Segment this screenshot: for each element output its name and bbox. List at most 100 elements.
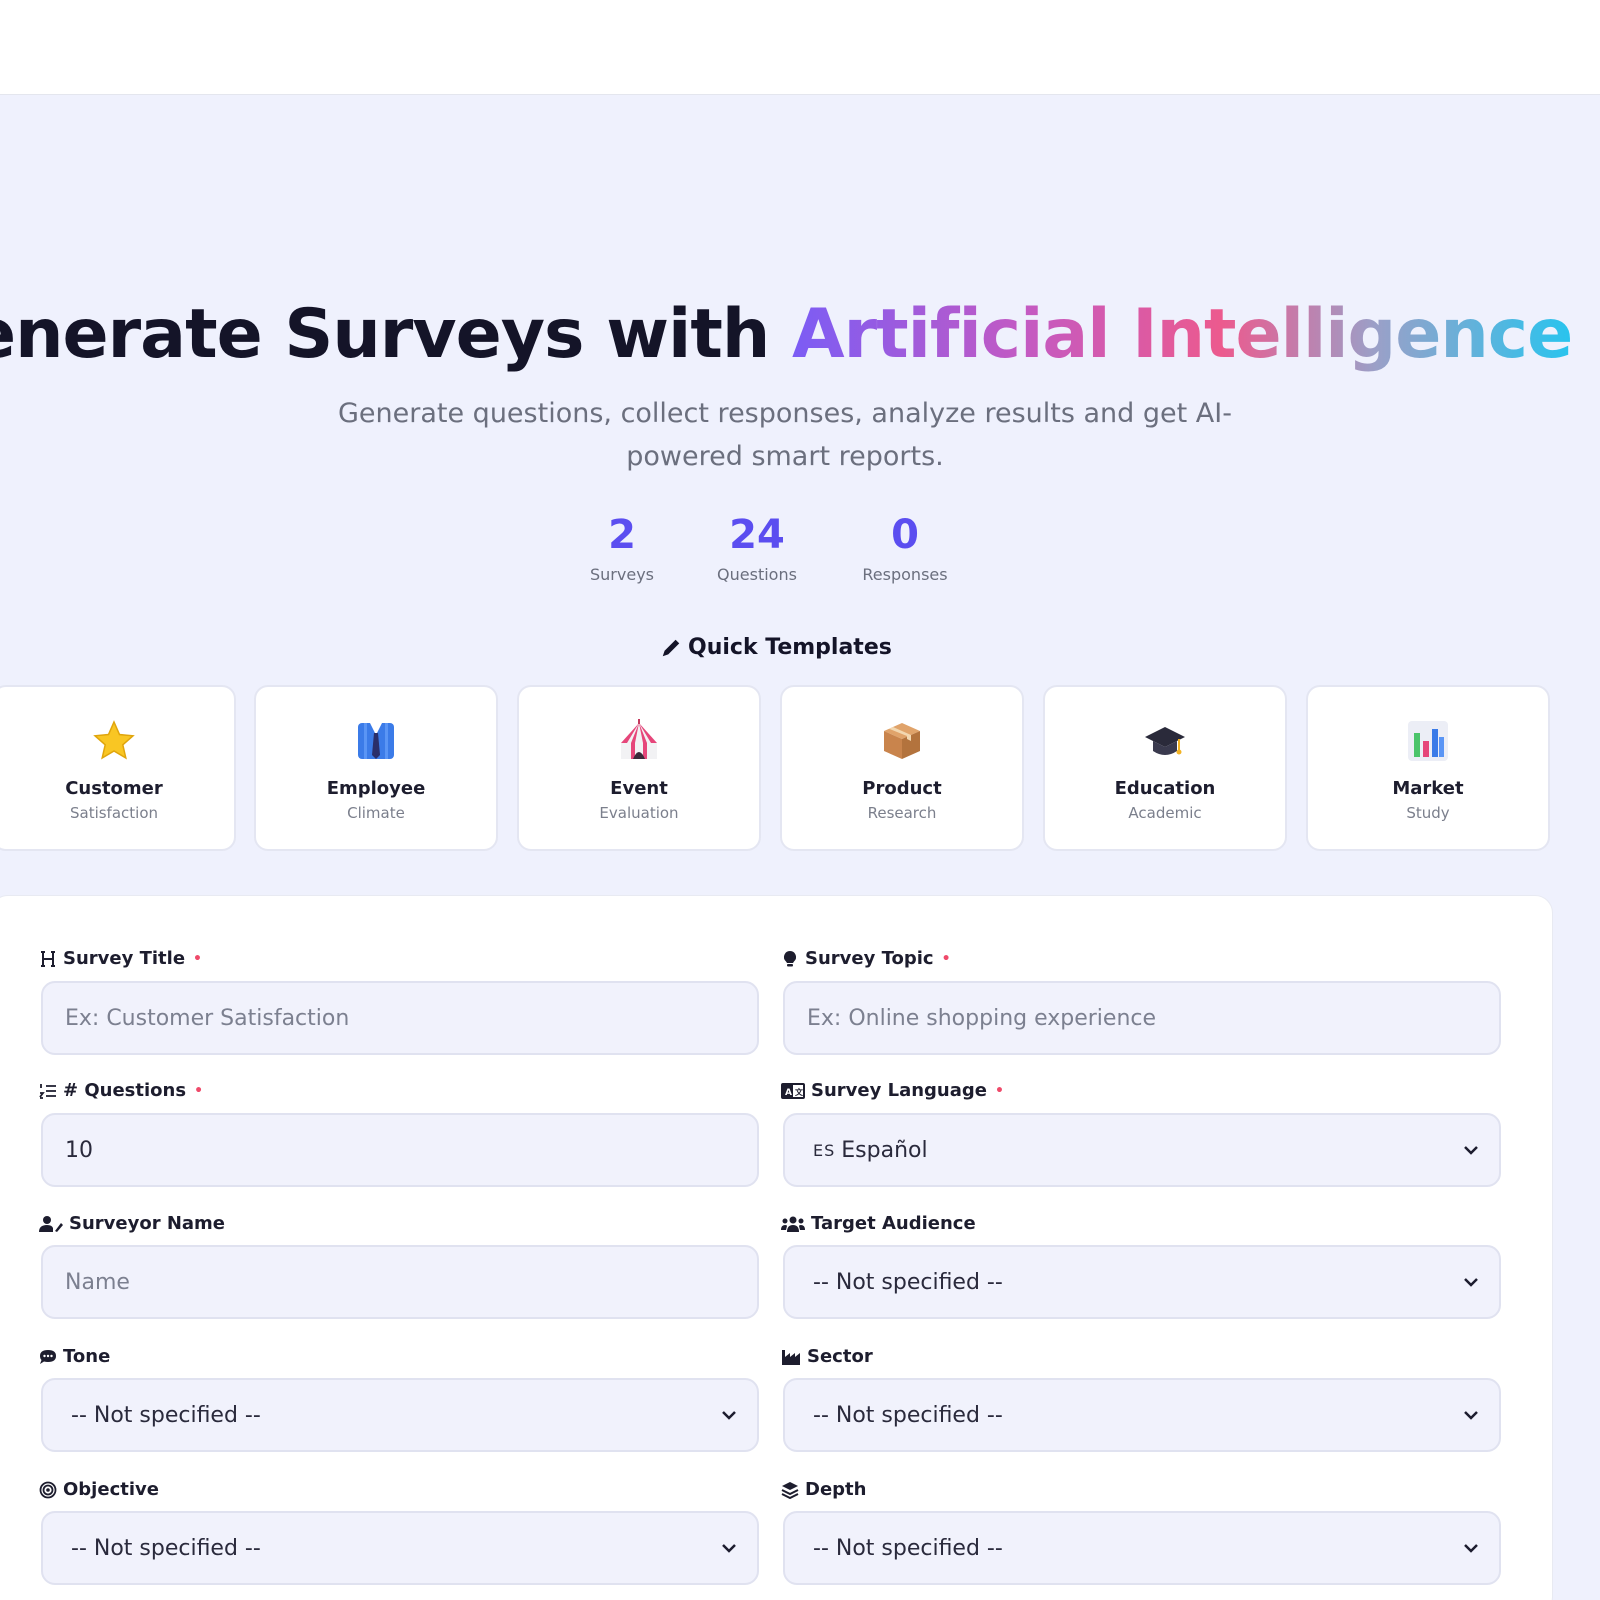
depth-value: -- Not specified -- (813, 1535, 1003, 1561)
survey-language-select[interactable]: ES Español (783, 1113, 1501, 1187)
survey-language-value: Español (841, 1137, 928, 1163)
survey-topic-input[interactable] (783, 981, 1501, 1055)
survey-title-label: Survey Title • (39, 946, 202, 972)
svg-text:文: 文 (795, 1087, 804, 1097)
lightbulb-icon (783, 950, 797, 967)
chevron-down-icon (1464, 1278, 1478, 1287)
language-flag-tag: ES (813, 1140, 836, 1160)
template-name: Customer (65, 778, 163, 799)
survey-title-label-text: Survey Title (63, 948, 186, 969)
chevron-down-icon (1464, 1146, 1478, 1155)
sector-label: Sector (781, 1344, 873, 1370)
required-marker: • (994, 1083, 1004, 1099)
tone-value: -- Not specified -- (71, 1402, 261, 1428)
package-icon (884, 723, 920, 759)
comment-icon (40, 1350, 56, 1364)
required-marker: • (194, 1083, 204, 1099)
tone-label: Tone (39, 1344, 110, 1370)
surveyor-name-input[interactable] (41, 1245, 759, 1319)
target-audience-select[interactable]: -- Not specified -- (783, 1245, 1501, 1319)
chevron-down-icon (722, 1544, 736, 1553)
survey-topic-label: Survey Topic • (781, 946, 951, 972)
surveyor-name-label-text: Surveyor Name (69, 1213, 226, 1234)
template-sub: Study (1406, 804, 1450, 822)
objective-select[interactable]: -- Not specified -- (41, 1511, 759, 1585)
svg-text:A: A (785, 1088, 792, 1098)
hero-title-highlight: Artificial Intelligence (791, 295, 1573, 374)
stat-responses-label: Responses (862, 565, 948, 584)
sector-value: -- Not specified -- (813, 1402, 1003, 1428)
list-ol-icon (39, 1084, 56, 1099)
users-icon (781, 1216, 805, 1232)
chevron-down-icon (1464, 1544, 1478, 1553)
pencil-icon (662, 639, 680, 657)
stat-responses: 0 Responses (835, 510, 975, 590)
quick-templates-heading: Quick Templates (660, 633, 920, 663)
template-sub: Research (867, 804, 937, 822)
target-audience-label: Target Audience (781, 1211, 976, 1237)
hero-title: enerate Surveys with Artificial Intellig… (0, 290, 1573, 380)
tone-select[interactable]: -- Not specified -- (41, 1378, 759, 1452)
target-audience-value: -- Not specified -- (813, 1269, 1003, 1295)
template-education[interactable]: Education Academic (1043, 685, 1287, 851)
hero-title-plain: enerate Surveys with (0, 295, 792, 374)
template-name: Employee (326, 778, 426, 799)
survey-language-label-text: Survey Language (811, 1080, 987, 1101)
heading-icon (41, 951, 55, 967)
template-name: Education (1114, 778, 1216, 799)
template-sub: Satisfaction (69, 804, 159, 822)
top-navbar (0, 0, 1600, 95)
chevron-down-icon (1464, 1411, 1478, 1420)
depth-label-text: Depth (805, 1479, 867, 1500)
sector-label-text: Sector (807, 1346, 873, 1367)
template-product[interactable]: Product Research (780, 685, 1024, 851)
bar-chart-icon (1408, 721, 1448, 761)
templates-row: Customer Satisfaction Employee Climate E… (0, 685, 1600, 855)
template-sub: Evaluation (599, 804, 679, 822)
chevron-down-icon (722, 1411, 736, 1420)
num-questions-input[interactable] (41, 1113, 759, 1187)
objective-label-text: Objective (63, 1479, 159, 1500)
num-questions-label-text: # Questions (63, 1080, 187, 1101)
language-icon: A文 (781, 1083, 805, 1099)
required-marker: • (193, 951, 202, 967)
sector-select[interactable]: -- Not specified -- (783, 1378, 1501, 1452)
template-name: Event (610, 778, 668, 799)
stat-questions-label: Questions (717, 565, 797, 584)
surveyor-name-label: Surveyor Name (39, 1211, 225, 1237)
star-icon (93, 720, 135, 760)
industry-icon (782, 1350, 800, 1365)
target-audience-label-text: Target Audience (811, 1213, 976, 1234)
objective-value: -- Not specified -- (71, 1535, 261, 1561)
stat-responses-value: 0 (891, 512, 919, 558)
template-market[interactable]: Market Study (1306, 685, 1550, 851)
template-customer[interactable]: Customer Satisfaction (0, 685, 236, 851)
template-sub: Academic (1128, 804, 1202, 822)
suit-icon (358, 723, 394, 759)
stats-row: 2 Surveys 24 Questions 0 Responses (580, 510, 980, 600)
depth-select[interactable]: -- Not specified -- (783, 1511, 1501, 1585)
tone-label-text: Tone (63, 1346, 111, 1367)
template-sub: Climate (347, 804, 405, 822)
depth-label: Depth (781, 1477, 866, 1503)
bullseye-icon (39, 1481, 57, 1499)
required-marker: • (941, 951, 951, 967)
survey-title-input[interactable] (41, 981, 759, 1055)
stat-surveys-label: Surveys (590, 565, 654, 584)
layer-group-icon (781, 1482, 799, 1499)
objective-label: Objective (39, 1477, 159, 1503)
user-pen-icon (39, 1216, 63, 1232)
stat-questions: 24 Questions (687, 510, 827, 590)
template-event[interactable]: Event Evaluation (517, 685, 761, 851)
num-questions-label: # Questions • (39, 1078, 203, 1104)
graduation-cap-icon (1145, 727, 1185, 755)
survey-topic-label-text: Survey Topic (805, 948, 934, 969)
quick-templates-title: Quick Templates (688, 635, 892, 660)
stat-surveys: 2 Surveys (552, 510, 692, 590)
hero-subtitle: Generate questions, collect responses, a… (338, 398, 1232, 472)
circus-tent-icon (621, 719, 657, 759)
stat-questions-value: 24 (729, 512, 785, 558)
template-name: Product (862, 778, 942, 799)
stat-surveys-value: 2 (608, 512, 636, 558)
template-employee[interactable]: Employee Climate (254, 685, 498, 851)
